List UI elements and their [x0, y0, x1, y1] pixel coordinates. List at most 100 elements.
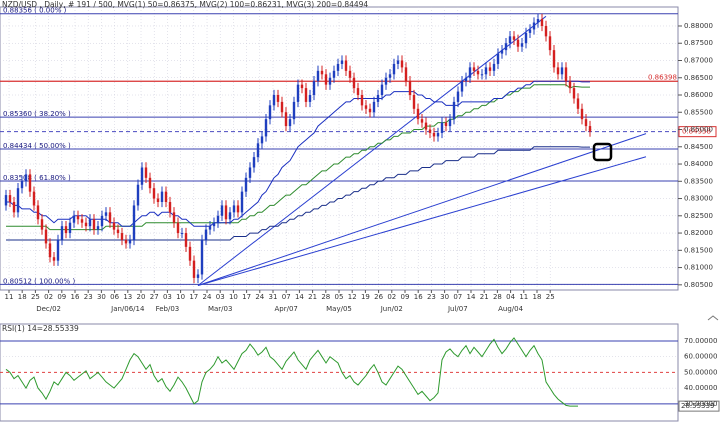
- price-month-label: Mar/03: [208, 305, 232, 313]
- fib-level-label: 0.80512 ( 100.00% ): [3, 277, 75, 285]
- bull-candle-body: [380, 84, 384, 96]
- bull-candle-body: [68, 222, 72, 234]
- bear-candle-body: [84, 222, 88, 227]
- bull-candle-body: [448, 119, 452, 127]
- bear-candle-body: [44, 229, 48, 244]
- price-y-tick-label: 0.87000: [684, 56, 713, 64]
- price-x-tick-label: 27: [150, 293, 159, 301]
- bull-candle-body: [248, 167, 252, 178]
- price-x-tick-label: 03: [216, 293, 225, 301]
- price-x-tick-label: 25: [31, 293, 40, 301]
- price-month-label: Jul/07: [447, 305, 468, 313]
- bear-candle-body: [36, 205, 40, 220]
- bear-candle-body: [400, 60, 404, 68]
- bull-candle-body: [212, 222, 216, 227]
- price-y-tick-label: 0.86500: [684, 74, 713, 82]
- bear-candle-body: [556, 67, 560, 75]
- price-x-tick-label: 20: [137, 293, 146, 301]
- price-x-tick-label: 14: [467, 293, 476, 301]
- bear-candle-body: [424, 122, 428, 130]
- bear-candle-body: [120, 233, 124, 240]
- price-x-tick-label: 30: [97, 293, 106, 301]
- bull-candle-body: [528, 29, 532, 33]
- bear-candle-body: [412, 95, 416, 109]
- bull-candle-body: [396, 60, 400, 64]
- bull-candle-body: [392, 63, 396, 75]
- price-panel-resize-handle[interactable]: [707, 315, 719, 321]
- bear-candle-body: [348, 70, 352, 78]
- bull-candle-body: [208, 226, 212, 230]
- bear-candle-body: [432, 132, 436, 137]
- price-x-tick-label: 07: [282, 293, 291, 301]
- bear-candle-body: [276, 95, 280, 102]
- bear-candle-body: [236, 205, 240, 213]
- bear-candle-body: [568, 81, 572, 89]
- price-month-label: Feb/03: [156, 305, 180, 313]
- price-x-tick-label: 24: [255, 293, 264, 301]
- price-x-tick-label: 06: [110, 293, 119, 301]
- price-month-label: Dec/02: [36, 305, 61, 313]
- price-x-tick-label: 18: [18, 293, 27, 301]
- price-y-tick-label: 0.87500: [684, 39, 713, 47]
- resistance-label: 0.86398: [648, 73, 677, 81]
- price-x-tick-label: 05: [335, 293, 344, 301]
- bull-candle-body: [272, 95, 276, 106]
- bull-candle-body: [4, 195, 8, 206]
- bear-candle-body: [80, 219, 84, 223]
- rsi-y-tick-label: 40.00000: [684, 384, 717, 392]
- bear-candle-body: [224, 205, 228, 220]
- price-x-tick-label: 28: [493, 293, 502, 301]
- bull-candle-body: [268, 105, 272, 120]
- bear-candle-body: [8, 195, 12, 202]
- bear-candle-body: [168, 201, 172, 213]
- bear-candle-body: [76, 215, 80, 220]
- bull-candle-body: [508, 36, 512, 44]
- bear-candle-body: [416, 108, 420, 120]
- bear-candle-body: [364, 105, 368, 109]
- bull-candle-body: [132, 205, 136, 240]
- bear-candle-body: [552, 50, 556, 68]
- bull-candle-body: [88, 219, 92, 227]
- bear-candle-body: [184, 233, 188, 247]
- bull-candle-body: [56, 239, 60, 261]
- bear-candle-body: [32, 191, 36, 206]
- bear-candle-body: [304, 88, 308, 102]
- price-month-label: May/05: [326, 305, 352, 313]
- bull-candle-body: [456, 91, 460, 102]
- bear-candle-body: [92, 219, 96, 230]
- price-y-tick-label: 0.85500: [684, 108, 713, 116]
- bull-candle-body: [536, 19, 540, 23]
- bull-candle-body: [128, 239, 132, 244]
- price-x-tick-label: 17: [242, 293, 251, 301]
- price-month-label: Jan/06/14: [110, 305, 145, 313]
- bear-candle-body: [152, 188, 156, 199]
- bear-candle-body: [564, 67, 568, 82]
- price-x-tick-label: 03: [163, 293, 172, 301]
- bear-candle-body: [544, 25, 548, 37]
- bull-candle-body: [60, 226, 64, 240]
- bull-candle-body: [136, 184, 140, 206]
- bear-candle-body: [12, 201, 16, 213]
- price-x-tick-label: 14: [295, 293, 304, 301]
- price-x-tick-label: 31: [269, 293, 278, 301]
- bull-candle-body: [292, 101, 296, 120]
- bear-candle-body: [488, 67, 492, 71]
- bear-candle-body: [356, 88, 360, 96]
- bull-candle-body: [316, 70, 320, 82]
- bull-candle-body: [160, 191, 164, 202]
- bull-candle-body: [256, 143, 260, 158]
- bear-candle-body: [188, 246, 192, 261]
- price-x-tick-label: 13: [123, 293, 132, 301]
- bear-candle-body: [476, 70, 480, 75]
- price-y-tick-label: 0.80500: [684, 281, 713, 289]
- bull-candle-body: [464, 77, 468, 82]
- price-y-tick-label: 0.84500: [684, 143, 713, 151]
- bear-candle-body: [176, 222, 180, 234]
- bull-candle-body: [524, 32, 528, 44]
- bull-candle-body: [312, 81, 316, 96]
- price-y-axis: 0.88000 0.87500 0.87000 0.86500 0.86000 0.855…: [678, 22, 713, 289]
- price-month-label: Apr/07: [275, 305, 298, 313]
- rsi-y-tick-label: 60.00000: [684, 353, 717, 361]
- bear-candle-body: [48, 243, 52, 258]
- rsi-y-tick-label: 50.00000: [684, 368, 717, 376]
